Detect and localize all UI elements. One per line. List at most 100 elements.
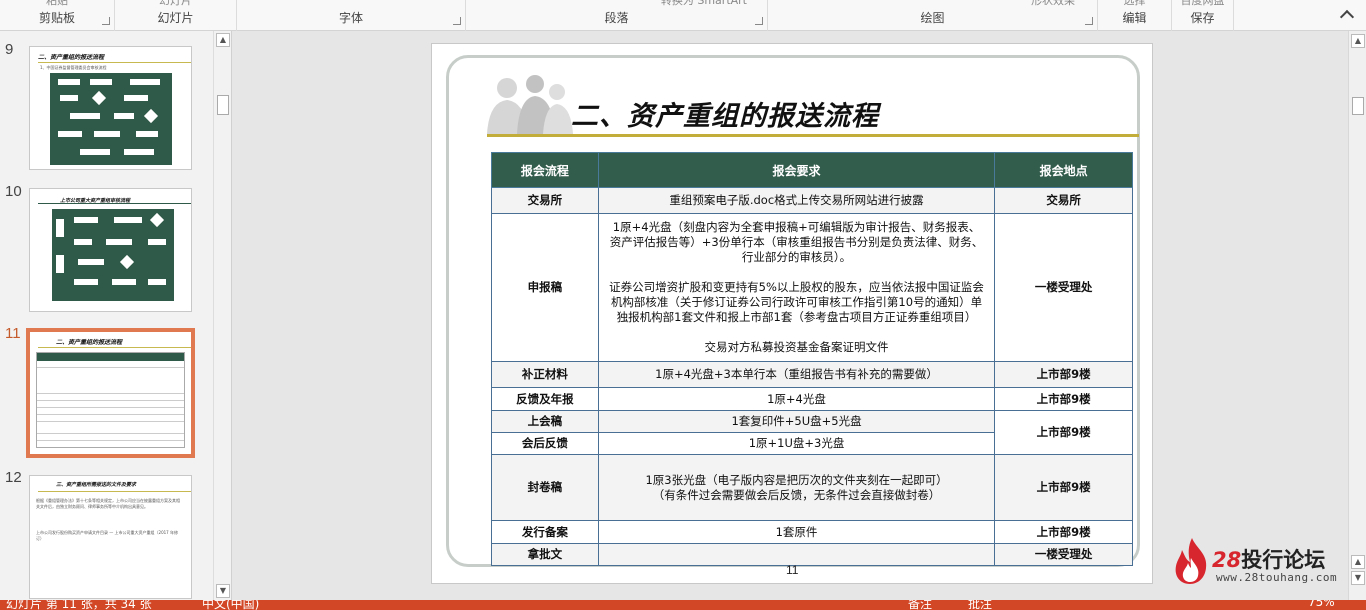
thumbnail-number: 12 bbox=[5, 469, 22, 486]
slide-title[interactable]: 二、资产重组的报送流程 bbox=[571, 94, 879, 133]
table-row: 拿批文 一楼受理处 bbox=[491, 543, 1133, 566]
group-label-paragraph: 段落 bbox=[604, 11, 629, 25]
scrollbar-thumb[interactable] bbox=[217, 95, 229, 115]
group-label-font: 字体 bbox=[338, 11, 363, 25]
table-row: 申报稿 1原+4光盘（刻盘内容为全套申报稿+可编辑版为审计报告、财务报表、 资产… bbox=[491, 213, 1133, 362]
group-label-drawing: 绘图 bbox=[920, 11, 945, 25]
requirement-line: 1套复印件+5U盘+5光盘 bbox=[731, 414, 862, 428]
cell-requirement: 1原+4光盘+3本单行本（重组报告书有补充的需要做） bbox=[597, 361, 996, 388]
scroll-up-icon[interactable]: ▲ bbox=[1351, 34, 1365, 48]
slide-rounded-frame: 二、资产重组的报送流程 报会流程 报会要求 报会地点 交易所 重组预案电子版.d… bbox=[446, 55, 1140, 567]
dialog-launcher-icon[interactable] bbox=[755, 17, 763, 25]
cell-stage: 反馈及年报 bbox=[491, 387, 599, 411]
requirement-line: 独报机构部1套文件和报上市部1套（参考盘古项目方正证券重组项目） bbox=[616, 310, 977, 324]
slide-thumbnail-pane: 9 二、资产重组的报送流程 1、中国证券监督管理委员会审核流程 10 上市公司重… bbox=[0, 31, 232, 600]
table-thumbnail bbox=[36, 352, 185, 448]
cell-location: 一楼受理处 bbox=[994, 213, 1133, 362]
scroll-down-icon[interactable]: ▼ bbox=[216, 584, 230, 598]
scroll-up-icon[interactable]: ▲ bbox=[216, 33, 230, 47]
cell-location: 上市部9楼 bbox=[994, 410, 1133, 455]
editor-scrollbar[interactable]: ▲ ▲ ▼ bbox=[1348, 31, 1366, 600]
requirement-line: 重组预案电子版.doc格式上传交易所网站进行披露 bbox=[669, 193, 924, 207]
ribbon-group-paragraph: 转换为 SmartArt 段落 bbox=[466, 0, 768, 31]
table-row: 封卷稿 1原3张光盘（电子版内容是把历次的文件夹刻在一起即可） （有条件过会需要… bbox=[491, 454, 1133, 521]
cell-location: 上市部9楼 bbox=[994, 361, 1133, 388]
thumbnail-rule bbox=[38, 203, 191, 204]
scrollbar-thumb[interactable] bbox=[1352, 97, 1364, 115]
slide-page-number: 11 bbox=[786, 563, 799, 577]
ribbon-group-editing: 选择 编辑 bbox=[1098, 0, 1172, 31]
requirement-line: 行业部分的审核员）。 bbox=[741, 250, 852, 264]
table-row: 补正材料 1原+4光盘+3本单行本（重组报告书有补充的需要做） 上市部9楼 bbox=[491, 361, 1133, 388]
ribbon: 粘贴 剪贴板 幻灯片 幻灯片 字体 转换为 SmartArt 段落 形状效果 绘… bbox=[0, 0, 1366, 31]
watermark-brand: 28投行论坛 bbox=[1212, 544, 1325, 574]
dialog-launcher-icon[interactable] bbox=[453, 17, 461, 25]
slide-thumbnail-9[interactable]: 二、资产重组的报送流程 1、中国证券监督管理委员会审核流程 bbox=[29, 46, 192, 170]
dialog-launcher-icon[interactable] bbox=[1085, 17, 1093, 25]
ribbon-cut-label: 转换为 SmartArt bbox=[660, 0, 747, 7]
thumbnail-rule bbox=[38, 347, 191, 348]
cell-stage: 封卷稿 bbox=[491, 454, 599, 521]
business-people-icon bbox=[487, 75, 573, 134]
collapse-ribbon-icon[interactable] bbox=[1339, 9, 1355, 25]
ribbon-cut-label: 幻灯片 bbox=[159, 0, 192, 7]
requirement-line: 资产评估报告等）+3份单行本（审核重组报告书分别是负责法律、财务、 bbox=[609, 235, 984, 249]
slide-thumbnail-12[interactable]: 三、资产重组所需报送的文件及要求 根据《重组管理办法》第十七条等相关规定，上市公… bbox=[29, 475, 192, 599]
requirement-line: 1原+4光盘+3本单行本（重组报告书有补充的需要做） bbox=[655, 367, 938, 381]
cell-location: 一楼受理处 bbox=[994, 543, 1133, 566]
thumbnail-number: 10 bbox=[5, 183, 22, 200]
flowchart-thumbnail bbox=[52, 209, 174, 301]
cell-requirement: 重组预案电子版.doc格式上传交易所网站进行披露 bbox=[597, 187, 996, 214]
requirement-line: 机构部核准（关于修订证券公司行政许可审核工作指引第10号的通知）单 bbox=[610, 295, 983, 309]
ribbon-cut-label: 粘贴 bbox=[46, 0, 68, 7]
cell-location: 上市部9楼 bbox=[994, 520, 1133, 544]
cell-stage: 上会稿 bbox=[491, 410, 599, 433]
ribbon-group-clipboard: 粘贴 剪贴板 bbox=[0, 0, 115, 31]
requirement-gap bbox=[602, 265, 991, 280]
cell-stage: 会后反馈 bbox=[491, 432, 599, 455]
slide-thumbnail-11[interactable]: 二、资产重组的报送流程 bbox=[26, 328, 195, 458]
thumbnail-number: 9 bbox=[5, 41, 14, 58]
thumbnail-subtitle: 1、中国证券监督管理委员会审核流程 bbox=[40, 65, 107, 70]
cell-location: 上市部9楼 bbox=[994, 454, 1133, 521]
table-header-row: 报会流程 报会要求 报会地点 bbox=[491, 152, 1133, 188]
language-status[interactable]: 中文(中国) bbox=[202, 600, 259, 610]
cell-requirement: 1原+4光盘（刻盘内容为全套申报稿+可编辑版为审计报告、财务报表、 资产评估报告… bbox=[597, 213, 996, 362]
flowchart-thumbnail bbox=[50, 73, 172, 165]
cell-requirement: 1原3张光盘（电子版内容是把历次的文件夹刻在一起即可） （有条件过会需要做会后反… bbox=[597, 454, 996, 521]
zoom-level[interactable]: 75% bbox=[1308, 600, 1335, 609]
table-row: 交易所 重组预案电子版.doc格式上传交易所网站进行披露 交易所 bbox=[491, 187, 1133, 214]
comments-button[interactable]: 批注 bbox=[968, 600, 992, 610]
slide-count-status[interactable]: 幻灯片 第 11 张，共 34 张 bbox=[6, 600, 152, 610]
requirement-line: 1原+1U盘+3光盘 bbox=[748, 436, 845, 450]
thumbnail-title: 三、资产重组所需报送的文件及要求 bbox=[56, 482, 137, 488]
ribbon-cut-label: 百度网盘 bbox=[1180, 0, 1225, 7]
dialog-launcher-icon[interactable] bbox=[102, 17, 110, 25]
report-process-table[interactable]: 报会流程 报会要求 报会地点 交易所 重组预案电子版.doc格式上传交易所网站进… bbox=[491, 152, 1133, 566]
watermark-url: www.28touhang.com bbox=[1216, 571, 1338, 584]
thumbnail-paragraph: 根据《重组管理办法》第十七条等相关规定，上市公司应当在披露重组方案及其相关文件后… bbox=[36, 498, 180, 509]
slide-canvas[interactable]: 二、资产重组的报送流程 报会流程 报会要求 报会地点 交易所 重组预案电子版.d… bbox=[431, 43, 1153, 584]
group-label-clipboard: 剪贴板 bbox=[38, 11, 75, 25]
slide-editing-area[interactable]: 二、资产重组的报送流程 报会流程 报会要求 报会地点 交易所 重组预案电子版.d… bbox=[232, 31, 1348, 600]
thumbnail-title: 二、资产重组的报送流程 bbox=[38, 54, 105, 61]
table-row: 反馈及年报 1原+4光盘 上市部9楼 bbox=[491, 387, 1133, 411]
requirement-line: （有条件过会需要做会后反馈，无条件过会直接做封卷） bbox=[652, 487, 941, 502]
requirement-gap bbox=[602, 325, 991, 340]
cell-stage: 补正材料 bbox=[491, 361, 599, 388]
group-label-slides: 幻灯片 bbox=[157, 11, 194, 25]
thumbnail-title: 二、资产重组的报送流程 bbox=[56, 339, 123, 346]
ribbon-group-slides: 幻灯片 幻灯片 bbox=[115, 0, 237, 31]
thumbnail-scrollbar[interactable]: ▲ ▼ bbox=[213, 31, 231, 600]
forum-watermark: 28投行论坛 www.28touhang.com bbox=[1172, 536, 1362, 586]
header-location: 报会地点 bbox=[994, 152, 1133, 188]
thumbnail-rule bbox=[38, 491, 191, 492]
cell-requirement: 1原+1U盘+3光盘 bbox=[597, 432, 996, 455]
ribbon-group-drawing: 形状效果 绘图 bbox=[768, 0, 1098, 31]
notes-button[interactable]: 备注 bbox=[908, 600, 932, 610]
cell-requirement: 1套原件 bbox=[597, 520, 996, 544]
slide-thumbnail-10[interactable]: 上市公司重大资产重组审核流程 bbox=[29, 188, 192, 312]
ribbon-cut-label: 形状效果 bbox=[1031, 0, 1075, 7]
requirement-line: 1套原件 bbox=[775, 524, 818, 539]
group-label-save: 保存 bbox=[1190, 11, 1215, 25]
